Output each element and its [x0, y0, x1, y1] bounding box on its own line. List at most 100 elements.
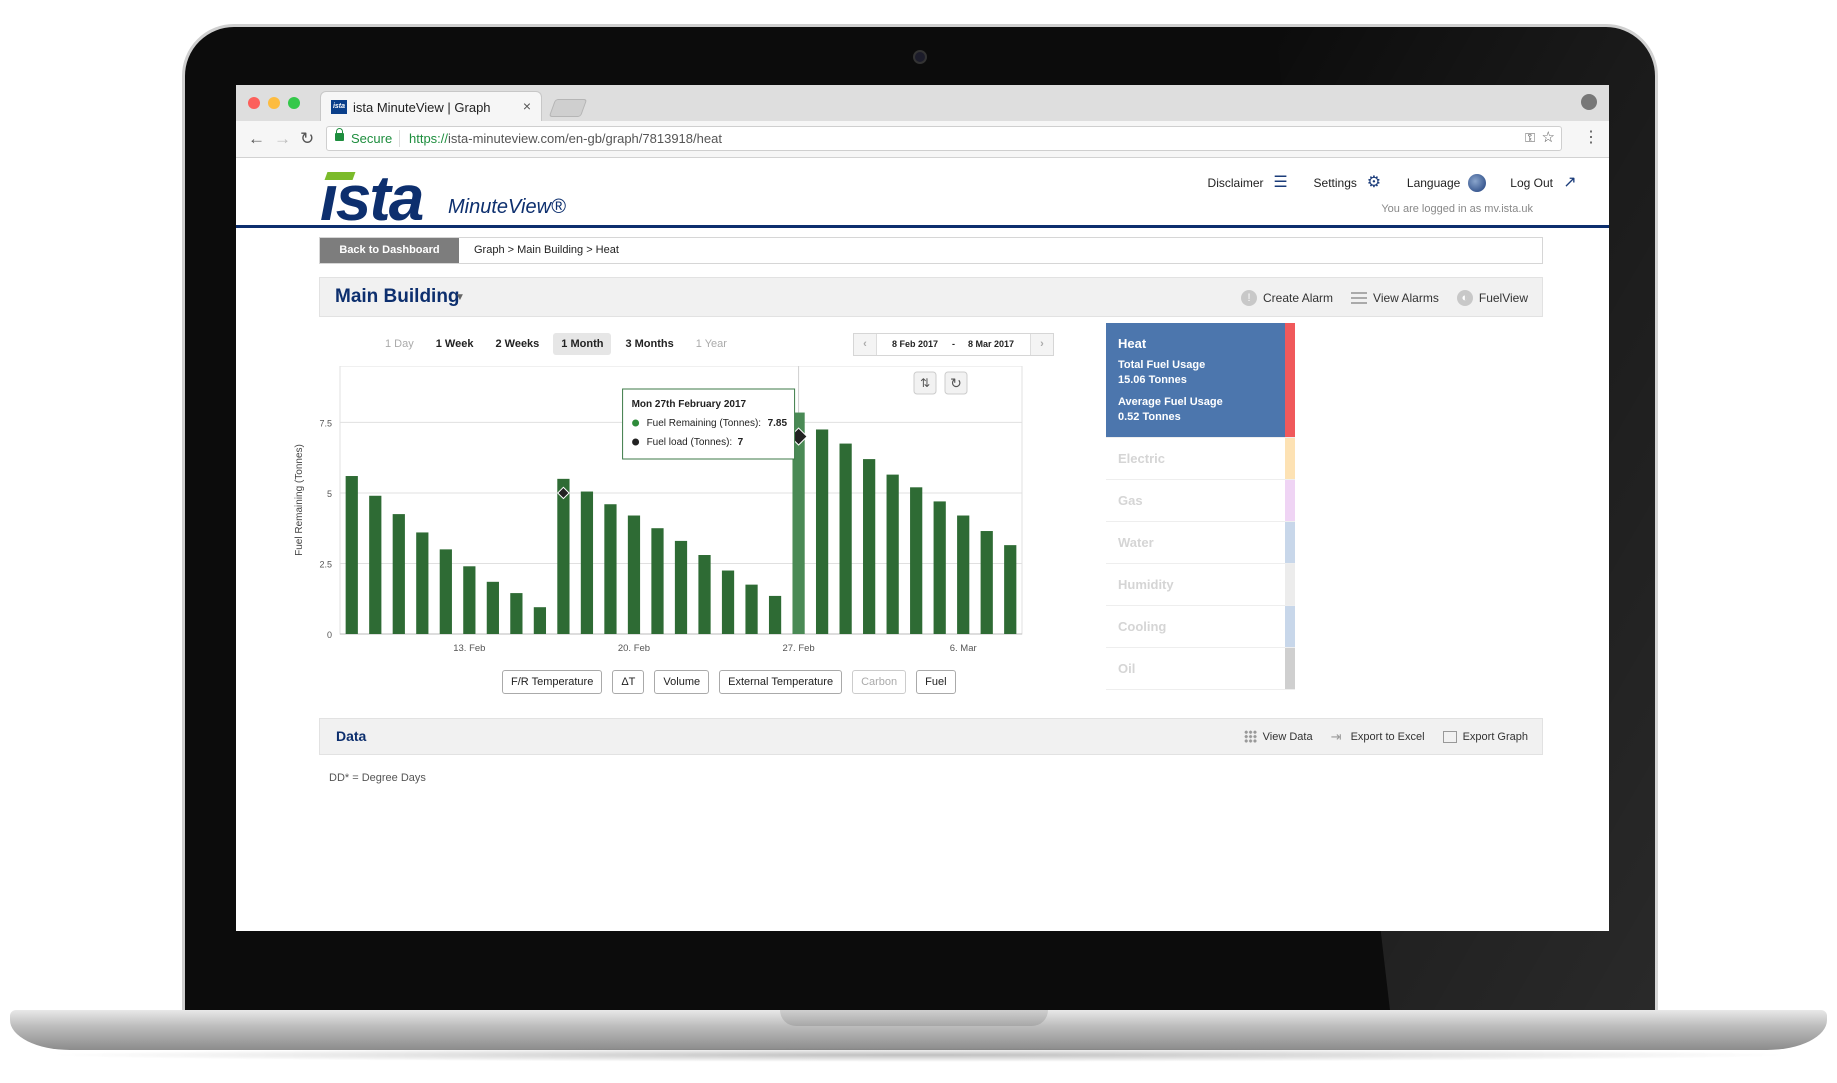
lock-icon [335, 128, 344, 141]
range-1-month[interactable]: 1 Month [553, 333, 612, 355]
building-title[interactable]: Main Building [335, 286, 460, 308]
refresh-glyph: ↻ [950, 376, 962, 392]
utility-oil-stripe [1285, 648, 1295, 689]
create-alarm-label: Create Alarm [1263, 291, 1334, 305]
camera-icon [913, 50, 927, 64]
utility-electric-label: Electric [1118, 451, 1165, 466]
maximize-window-icon[interactable] [288, 97, 300, 109]
url-protocol: https:// [409, 131, 449, 146]
utility-humidity-label: Humidity [1118, 577, 1174, 592]
utility-cooling[interactable]: Cooling [1106, 606, 1295, 648]
x-tick-label: 13. Feb [453, 643, 485, 654]
url-text[interactable]: https://ista-minuteview.com/en-gb/graph/… [409, 131, 722, 146]
date-separator: - [952, 339, 955, 349]
view-alarms-button[interactable]: View Alarms [1351, 290, 1439, 306]
range-1-week[interactable]: 1 Week [428, 333, 482, 355]
nav-disclaimer[interactable]: Disclaimer ☰ [1208, 174, 1290, 192]
utility-heat[interactable]: Heat Total Fuel Usage 15.06 Tonnes Avera… [1106, 323, 1295, 438]
utility-oil-label: Oil [1118, 661, 1136, 676]
star-icon[interactable]: ☆ [1542, 128, 1555, 146]
tooltip-legend-dot [632, 438, 640, 446]
url-separator [399, 130, 400, 147]
utility-humidity[interactable]: Humidity [1106, 564, 1295, 606]
minuteview-logo-text: MinuteView® [448, 196, 566, 218]
profile-icon[interactable] [1581, 94, 1597, 110]
breadcrumb: Graph > Main Building > Heat [474, 244, 619, 256]
tooltip-row-label: Fuel load (Tonnes): [647, 437, 733, 448]
page: ista MinuteView® Disclaimer ☰ Settings ⚙… [236, 158, 1609, 931]
nav-disclaimer-label: Disclaimer [1207, 176, 1264, 190]
close-window-icon[interactable] [248, 97, 260, 109]
logged-in-text: You are logged in as mv.ista.uk [1381, 203, 1533, 215]
chart-bar [698, 555, 711, 634]
browser-toolbar: ← → ↻ Secure https://ista-minuteview.com… [236, 121, 1609, 158]
breadcrumb-bar: Back to Dashboard Graph > Main Building … [319, 237, 1543, 264]
nav-settings[interactable]: Settings ⚙ [1314, 174, 1383, 192]
grid-icon [1243, 730, 1257, 743]
tab-close-icon[interactable]: × [523, 98, 531, 114]
nav-logout[interactable]: Log Out ↗ [1510, 174, 1579, 192]
chevron-left-icon[interactable]: ‹ [854, 334, 877, 355]
fuel-chart: 0 2.5 5 7.5 Fuel Remaining (Tonnes) 13. Feb 20… [294, 366, 1023, 654]
minimize-window-icon[interactable] [268, 97, 280, 109]
back-to-dashboard-button[interactable]: Back to Dashboard [320, 238, 459, 263]
chart-bar [439, 549, 452, 634]
chevron-down-icon[interactable]: ▼ [455, 292, 465, 303]
range-selector: 1 Day 1 Week 2 Weeks 1 Month 3 Months 1 … [377, 333, 735, 355]
chart-bar [604, 504, 617, 634]
view-data-button[interactable]: View Data [1243, 730, 1313, 743]
filter-carbon[interactable]: Carbon [852, 670, 907, 694]
export-excel-button[interactable]: ⇥ Export to Excel [1331, 730, 1425, 743]
data-section-bar: Data View Data ⇥ Export to Excel Export … [319, 718, 1543, 755]
range-3-months[interactable]: 3 Months [617, 333, 681, 355]
utility-electric[interactable]: Electric [1106, 438, 1295, 480]
date-from[interactable]: 8 Feb 2017 [892, 339, 938, 349]
utility-water[interactable]: Water [1106, 522, 1295, 564]
chart-bar [345, 476, 358, 634]
filter-volume[interactable]: Volume [654, 670, 710, 694]
secure-label: Secure [351, 131, 393, 146]
fuelview-button[interactable]: ◐ FuelView [1456, 290, 1528, 306]
new-tab-button[interactable] [548, 99, 588, 117]
address-bar[interactable]: Secure https://ista-minuteview.com/en-gb… [326, 126, 1562, 151]
key-icon[interactable]: ⚿ [1525, 130, 1535, 146]
utility-electric-stripe [1285, 438, 1295, 479]
create-alarm-button[interactable]: ! Create Alarm [1241, 290, 1333, 306]
filter-delta-t[interactable]: ΔT [612, 670, 645, 694]
reload-icon[interactable]: ↻ [300, 129, 314, 149]
browser-tab[interactable]: ista ista MinuteView | Graph × [320, 91, 542, 121]
filter-fr-temperature[interactable]: F/R Temperature [502, 670, 603, 694]
header-divider [236, 225, 1609, 228]
chart-export-icon [1442, 730, 1457, 743]
utility-gas[interactable]: Gas [1106, 480, 1295, 522]
chart-bar [674, 540, 688, 634]
alarm-icon: ! [1241, 290, 1258, 306]
filter-external-temperature[interactable]: External Temperature [719, 670, 843, 694]
export-graph-button[interactable]: Export Graph [1442, 730, 1528, 743]
footnote: DD* = Degree Days [329, 772, 426, 784]
range-1-year[interactable]: 1 Year [688, 333, 735, 355]
export-arrow-icon: ⇥ [1330, 728, 1342, 744]
y-tick-label: 0 [327, 630, 332, 640]
utility-panel: Heat Total Fuel Usage 15.06 Tonnes Avera… [1106, 323, 1295, 690]
screen: ista ista MinuteView | Graph × ← → ↻ Sec… [236, 85, 1609, 931]
building-title-bar: Main Building ▼ ! Create Alarm View Alar… [319, 277, 1543, 317]
nav-language[interactable]: Language [1407, 174, 1487, 192]
browser-menu-icon[interactable]: ⋮ [1583, 127, 1599, 147]
laptop-shadow [40, 1048, 1797, 1062]
chevron-right-icon[interactable]: › [1030, 334, 1053, 355]
utility-oil[interactable]: Oil [1106, 648, 1295, 690]
chart-bar [510, 593, 523, 634]
range-1-day[interactable]: 1 Day [377, 333, 422, 355]
forward-arrow-icon[interactable]: → [274, 129, 291, 149]
external-link-icon: ↗ [1563, 174, 1577, 191]
y-tick-label: 5 [327, 489, 332, 499]
browser-tab-bar: ista ista MinuteView | Graph × [236, 85, 1609, 122]
date-to[interactable]: 8 Mar 2017 [968, 339, 1014, 349]
range-2-weeks[interactable]: 2 Weeks [487, 333, 547, 355]
back-arrow-icon[interactable]: ← [248, 129, 265, 149]
bars-icon [1351, 292, 1368, 304]
x-tick-label: 20. Feb [618, 643, 650, 654]
filter-fuel[interactable]: Fuel [916, 670, 956, 694]
chart-bar [627, 515, 641, 634]
